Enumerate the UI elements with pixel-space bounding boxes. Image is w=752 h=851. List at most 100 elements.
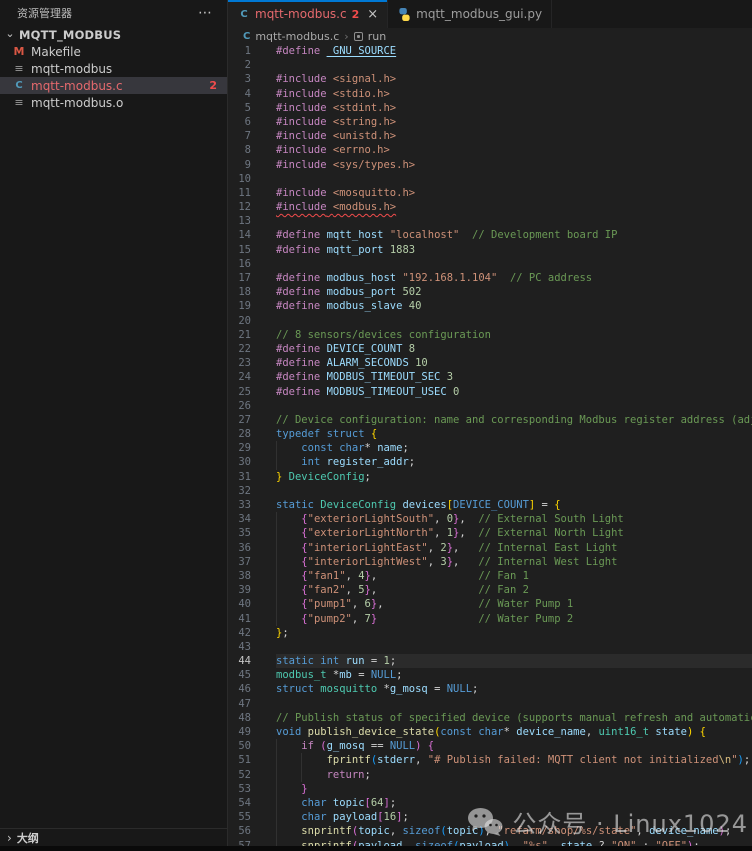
line-number[interactable]: 38 (228, 569, 251, 583)
line-number[interactable]: 35 (228, 526, 251, 540)
file-tree-item-mqtt-modbus[interactable]: ≡mqtt-modbus (0, 60, 227, 77)
code-line-content[interactable]: #define ALARM_SECONDS 10 (276, 356, 752, 370)
code-line-content[interactable]: #define mqtt_port 1883 (276, 243, 752, 257)
tab-mqtt-modbus.c[interactable]: Cmqtt-modbus.c2× (228, 0, 388, 28)
file-tree-item-mqtt-modbus.c[interactable]: Cmqtt-modbus.c2 (0, 77, 227, 94)
line-number[interactable]: 40 (228, 597, 251, 611)
code-line-content[interactable]: } DeviceConfig; (276, 470, 752, 484)
code-line-content[interactable]: {"interiorLightEast", 2}, // Internal Ea… (276, 541, 752, 555)
code-line-content[interactable]: {"fan2", 5}, // Fan 2 (276, 583, 752, 597)
code-line-content[interactable]: {"fan1", 4}, // Fan 1 (276, 569, 752, 583)
root-folder-row[interactable]: ⌄ MQTT_MODBUS (0, 26, 227, 43)
line-number[interactable]: 52 (228, 768, 251, 782)
code-line-content[interactable]: typedef struct { (276, 427, 752, 441)
line-number[interactable]: 55 (228, 810, 251, 824)
line-number[interactable]: 27 (228, 413, 251, 427)
line-number[interactable]: 44 (228, 654, 251, 668)
line-number[interactable]: 33 (228, 498, 251, 512)
line-number[interactable]: 24 (228, 370, 251, 384)
line-number[interactable]: 18 (228, 285, 251, 299)
code-line-content[interactable] (276, 172, 752, 186)
line-number[interactable]: 10 (228, 172, 251, 186)
code-line-content[interactable]: const char* name; (276, 441, 752, 455)
breadcrumb-file[interactable]: mqtt-modbus.c (255, 30, 339, 43)
code-line-content[interactable]: #define modbus_port 502 (276, 285, 752, 299)
line-number[interactable]: 22 (228, 342, 251, 356)
line-number[interactable]: 43 (228, 640, 251, 654)
file-tree-item-Makefile[interactable]: MMakefile (0, 43, 227, 60)
line-number[interactable]: 30 (228, 455, 251, 469)
code-line-content[interactable]: } (276, 782, 752, 796)
code-line-content[interactable]: {"exteriorLightSouth", 0}, // External S… (276, 512, 752, 526)
code-line-content[interactable]: snprintf(topic, sizeof(topic), "refarm/s… (276, 824, 752, 838)
code-line-content[interactable]: #define DEVICE_COUNT 8 (276, 342, 752, 356)
line-number[interactable]: 32 (228, 484, 251, 498)
tab-mqtt_modbus_gui.py[interactable]: mqtt_modbus_gui.py (388, 0, 552, 28)
code-line-content[interactable]: // Device configuration: name and corres… (276, 413, 752, 427)
line-number[interactable]: 13 (228, 214, 251, 228)
line-number[interactable]: 53 (228, 782, 251, 796)
line-number[interactable]: 56 (228, 824, 251, 838)
line-number[interactable]: 20 (228, 314, 251, 328)
line-number[interactable]: 21 (228, 328, 251, 342)
code-line-content[interactable]: #include <unistd.h> (276, 129, 752, 143)
code-line-content[interactable]: #include <signal.h> (276, 72, 752, 86)
code-line-content[interactable]: void publish_device_state(const char* de… (276, 725, 752, 739)
code-line-content[interactable]: fprintf(stderr, "# Publish failed: MQTT … (276, 753, 752, 767)
line-number[interactable]: 31 (228, 470, 251, 484)
line-number[interactable]: 34 (228, 512, 251, 526)
line-number[interactable]: 26 (228, 399, 251, 413)
code-line-content[interactable] (276, 314, 752, 328)
code-line-content[interactable]: #define _GNU_SOURCE (276, 44, 752, 58)
code-line-content[interactable]: if (g_mosq == NULL) { (276, 739, 752, 753)
close-icon[interactable]: × (367, 7, 378, 22)
line-number[interactable]: 49 (228, 725, 251, 739)
code-line-content[interactable]: struct mosquitto *g_mosq = NULL; (276, 682, 752, 696)
code-line-content[interactable] (276, 697, 752, 711)
line-number[interactable]: 2 (228, 58, 251, 72)
line-number[interactable]: 39 (228, 583, 251, 597)
code-line-content[interactable]: {"exteriorLightNorth", 1}, // External N… (276, 526, 752, 540)
code-line-content[interactable]: static int run = 1; (276, 654, 752, 668)
code-line-content[interactable]: // Publish status of specified device (s… (276, 711, 752, 725)
line-number[interactable]: 28 (228, 427, 251, 441)
file-tree-item-mqtt-modbus.o[interactable]: ≡mqtt-modbus.o (0, 94, 227, 111)
line-number[interactable]: 17 (228, 271, 251, 285)
line-number[interactable]: 7 (228, 129, 251, 143)
line-number[interactable]: 3 (228, 72, 251, 86)
code-line-content[interactable]: char topic[64]; (276, 796, 752, 810)
code-line-content[interactable] (276, 257, 752, 271)
line-number[interactable]: 45 (228, 668, 251, 682)
code-line-content[interactable]: #define mqtt_host "localhost" // Develop… (276, 228, 752, 242)
code-line-content[interactable] (276, 399, 752, 413)
code-line-content[interactable]: #include <sys/types.h> (276, 158, 752, 172)
code-line-content[interactable] (276, 640, 752, 654)
line-number[interactable]: 37 (228, 555, 251, 569)
line-number[interactable]: 1 (228, 44, 251, 58)
line-number[interactable]: 12 (228, 200, 251, 214)
line-number[interactable]: 42 (228, 626, 251, 640)
line-number[interactable]: 46 (228, 682, 251, 696)
code-line-content[interactable]: modbus_t *mb = NULL; (276, 668, 752, 682)
line-number[interactable]: 14 (228, 228, 251, 242)
code-line-content[interactable]: #include <errno.h> (276, 143, 752, 157)
code-line-content[interactable]: #define MODBUS_TIMEOUT_USEC 0 (276, 385, 752, 399)
breadcrumb-symbol[interactable]: run (368, 30, 386, 43)
line-number[interactable]: 11 (228, 186, 251, 200)
line-number[interactable]: 48 (228, 711, 251, 725)
code-line-content[interactable]: #define modbus_slave 40 (276, 299, 752, 313)
code-line-content[interactable]: #define MODBUS_TIMEOUT_SEC 3 (276, 370, 752, 384)
line-number[interactable]: 15 (228, 243, 251, 257)
line-number[interactable]: 8 (228, 143, 251, 157)
line-number[interactable]: 4 (228, 87, 251, 101)
line-number[interactable]: 29 (228, 441, 251, 455)
code-editor[interactable]: 1 #define _GNU_SOURCE 23 #include <signal.h… (228, 44, 752, 851)
line-number[interactable]: 19 (228, 299, 251, 313)
code-line-content[interactable]: {"pump2", 7} // Water Pump 2 (276, 612, 752, 626)
line-number[interactable]: 50 (228, 739, 251, 753)
line-number[interactable]: 5 (228, 101, 251, 115)
code-line-content[interactable]: {"interiorLightWest", 3}, // Internal We… (276, 555, 752, 569)
code-line-content[interactable]: #include <string.h> (276, 115, 752, 129)
code-line-content[interactable] (276, 58, 752, 72)
line-number[interactable]: 51 (228, 753, 251, 767)
